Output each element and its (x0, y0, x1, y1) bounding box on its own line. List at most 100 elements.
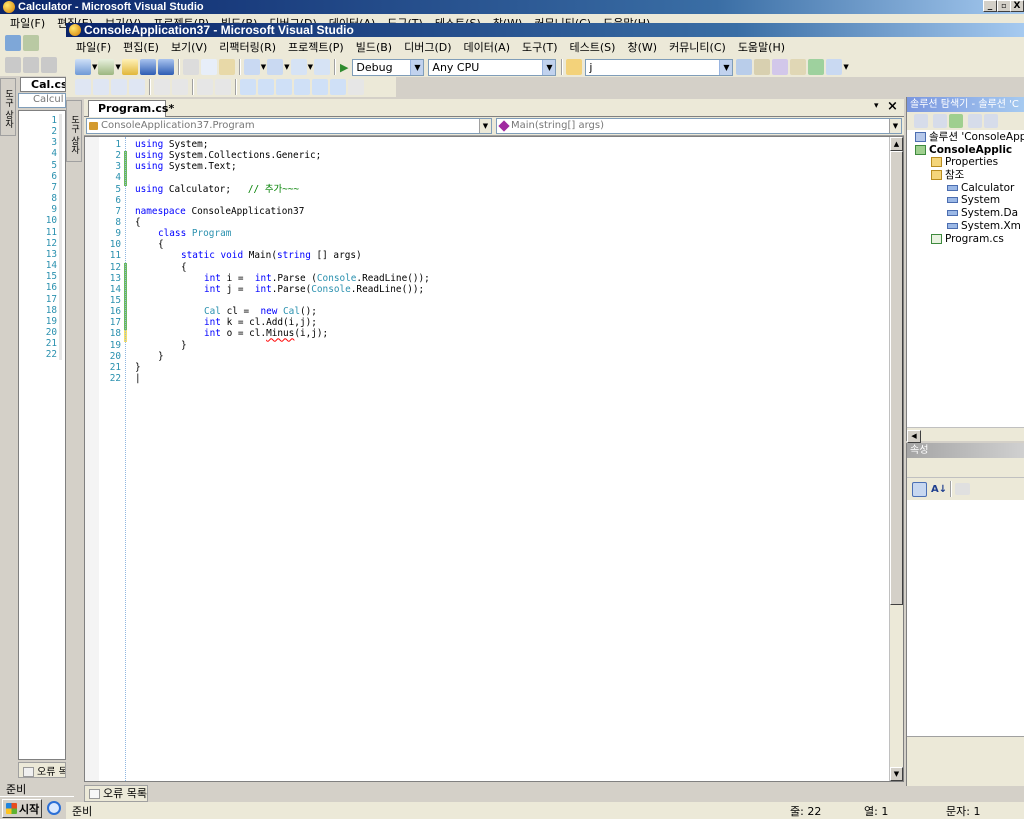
solution-platform-combo[interactable]: Any CPU ▼ (428, 58, 557, 76)
show-all-files-icon[interactable] (933, 114, 947, 128)
property-pages-icon[interactable] (955, 483, 971, 495)
inner-menu-item-4[interactable]: 프로젝트(P) (282, 39, 350, 55)
ie-quicklaunch-icon[interactable] (47, 801, 61, 815)
solution-tree[interactable]: 솔루션 'ConsoleApp ConsoleApplic Properties 참조… (907, 130, 1024, 245)
horizontal-scrollbar[interactable]: ◀ (907, 427, 1024, 443)
code-text[interactable]: { (135, 217, 141, 228)
navigate-forward-icon[interactable] (313, 59, 330, 75)
code-line[interactable]: 14 int j = int.Parse(Console.ReadLine()); (85, 284, 885, 295)
uncomment-lines-icon[interactable] (215, 79, 231, 95)
inner-title-bar[interactable]: ConsoleApplication37 - Microsoft Visual … (66, 23, 1024, 37)
code-editor[interactable]: 1 using System; 2 using System.Collections.… (84, 136, 904, 782)
scrollbar-thumb[interactable] (890, 151, 903, 605)
chevron-down-icon[interactable]: ▼ (410, 59, 424, 75)
inner-menu-item-7[interactable]: 데이터(A) (458, 39, 516, 55)
scroll-down-button[interactable]: ▼ (890, 767, 903, 781)
quick-info-icon[interactable] (111, 79, 127, 95)
add-item-icon[interactable] (98, 59, 115, 75)
comment-lines-icon[interactable] (197, 79, 213, 95)
previous-bookmark-folder-icon[interactable] (294, 79, 310, 95)
code-text[interactable]: | (135, 373, 141, 384)
toolbar-options-icon[interactable] (348, 79, 364, 95)
toolbox-icon[interactable] (790, 59, 807, 75)
outer-doc-tab[interactable]: Cal.cs (20, 77, 66, 92)
code-text[interactable]: using System.Text; (135, 161, 237, 172)
redo-icon[interactable] (267, 59, 284, 75)
document-tab-program-cs[interactable]: Program.cs* (88, 100, 174, 117)
outer-error-list-tab[interactable]: 오류 목 (18, 762, 66, 778)
paste-icon[interactable] (41, 57, 57, 73)
type-navigation-combo[interactable]: ConsoleApplication37.Program ▼ (86, 118, 492, 134)
start-button[interactable]: 시작 (2, 799, 42, 818)
close-document-icon[interactable]: × (887, 99, 898, 114)
tree-item[interactable]: System (907, 194, 1024, 207)
outer-title-bar[interactable]: Calculator - Microsoft Visual Studio (0, 0, 1024, 14)
dropdown-arrow-icon[interactable]: ▼ (843, 63, 848, 71)
display-parameter-info-icon[interactable] (93, 79, 109, 95)
code-line[interactable]: 6 (85, 195, 885, 206)
tree-item[interactable]: ConsoleApplic (907, 144, 1024, 157)
code-text[interactable]: } (158, 351, 164, 362)
outer-close-button[interactable]: X (1010, 0, 1024, 12)
inner-menu-item-2[interactable]: 보기(V) (165, 39, 213, 55)
solution-config-combo[interactable]: Debug ▼ (352, 58, 425, 76)
code-line[interactable]: 3 using System.Text; (85, 161, 885, 172)
vertical-scrollbar[interactable]: ▲ ▼ (889, 137, 903, 781)
code-text[interactable]: int i = int.Parse (Console.ReadLine()); (204, 273, 430, 284)
inner-menu-item-12[interactable]: 도움말(H) (732, 39, 791, 55)
inner-menu-item-0[interactable]: 파일(F) (70, 39, 117, 55)
chevron-down-icon[interactable]: ▼ (542, 59, 556, 75)
code-text[interactable]: using System.Collections.Generic; (135, 150, 321, 161)
chevron-down-icon[interactable]: ▼ (719, 59, 733, 75)
member-navigation-combo[interactable]: Main(string[] args) ▼ (496, 118, 902, 134)
categorized-icon[interactable] (912, 481, 927, 497)
code-text[interactable]: int o = cl.Minus(i,j); (204, 328, 328, 339)
other-windows-icon[interactable] (826, 59, 843, 75)
increase-indent-icon[interactable] (172, 79, 188, 95)
open-file-icon[interactable] (121, 59, 138, 75)
code-line[interactable]: 22 | (85, 373, 885, 384)
refresh-icon[interactable] (949, 114, 963, 128)
scroll-left-button[interactable]: ◀ (907, 430, 921, 443)
code-line[interactable]: 18 int o = cl.Minus(i,j); (85, 328, 885, 339)
undo-icon[interactable] (243, 59, 260, 75)
tree-item[interactable]: System.Da (907, 207, 1024, 220)
view-class-diagram-icon[interactable] (984, 114, 998, 128)
inner-menu-item-5[interactable]: 빌드(B) (350, 39, 398, 55)
tree-item[interactable]: Properties (907, 156, 1024, 169)
save-all-icon[interactable] (157, 59, 174, 75)
code-line[interactable]: 10 { (85, 239, 885, 250)
code-text[interactable]: Cal cl = new Cal(); (204, 306, 317, 317)
chevron-down-icon[interactable]: ▼ (889, 119, 901, 133)
code-line[interactable]: 5 using Calculator; // 추가~~~ (85, 184, 885, 195)
tree-item[interactable]: Program.cs (907, 233, 1024, 246)
solution-explorer-icon[interactable] (736, 59, 753, 75)
code-line[interactable]: 12 { (85, 262, 885, 273)
properties-object-combo[interactable] (907, 458, 1024, 478)
code-line[interactable]: 2 using System.Collections.Generic; (85, 150, 885, 161)
new-project-icon[interactable] (75, 59, 91, 75)
code-line[interactable]: 9 class Program (85, 228, 885, 239)
object-browser-icon[interactable] (772, 59, 789, 75)
toggle-bookmark-icon[interactable] (240, 79, 256, 95)
code-line[interactable]: 1 using System; (85, 139, 885, 150)
new-project-icon[interactable] (5, 35, 21, 51)
properties-window-icon[interactable] (754, 59, 771, 75)
navigate-backward-icon[interactable] (290, 59, 307, 75)
code-text[interactable]: using System; (135, 139, 208, 150)
outer-nav-combo[interactable]: Calcul (18, 93, 66, 108)
outer-editor[interactable]: 1 2 3 4 5 6 7 8 9 10 11 12 13 14 15 16 17 18 19 20 21 22 (18, 110, 66, 760)
code-text[interactable]: } (181, 340, 187, 351)
code-line[interactable]: 20} (85, 351, 885, 362)
scroll-up-button[interactable]: ▲ (890, 137, 903, 151)
outer-menu-item-0[interactable]: 파일(F) (4, 15, 51, 31)
start-page-icon[interactable] (808, 59, 825, 75)
copy-icon[interactable] (23, 57, 39, 73)
code-line[interactable]: 19} (85, 340, 885, 351)
tree-item[interactable]: 솔루션 'ConsoleApp (907, 131, 1024, 144)
code-line[interactable]: 15 (85, 295, 885, 306)
add-item-icon[interactable] (23, 35, 39, 51)
save-icon[interactable] (139, 59, 156, 75)
code-text[interactable]: { (158, 239, 164, 250)
code-text[interactable]: } (135, 362, 141, 373)
